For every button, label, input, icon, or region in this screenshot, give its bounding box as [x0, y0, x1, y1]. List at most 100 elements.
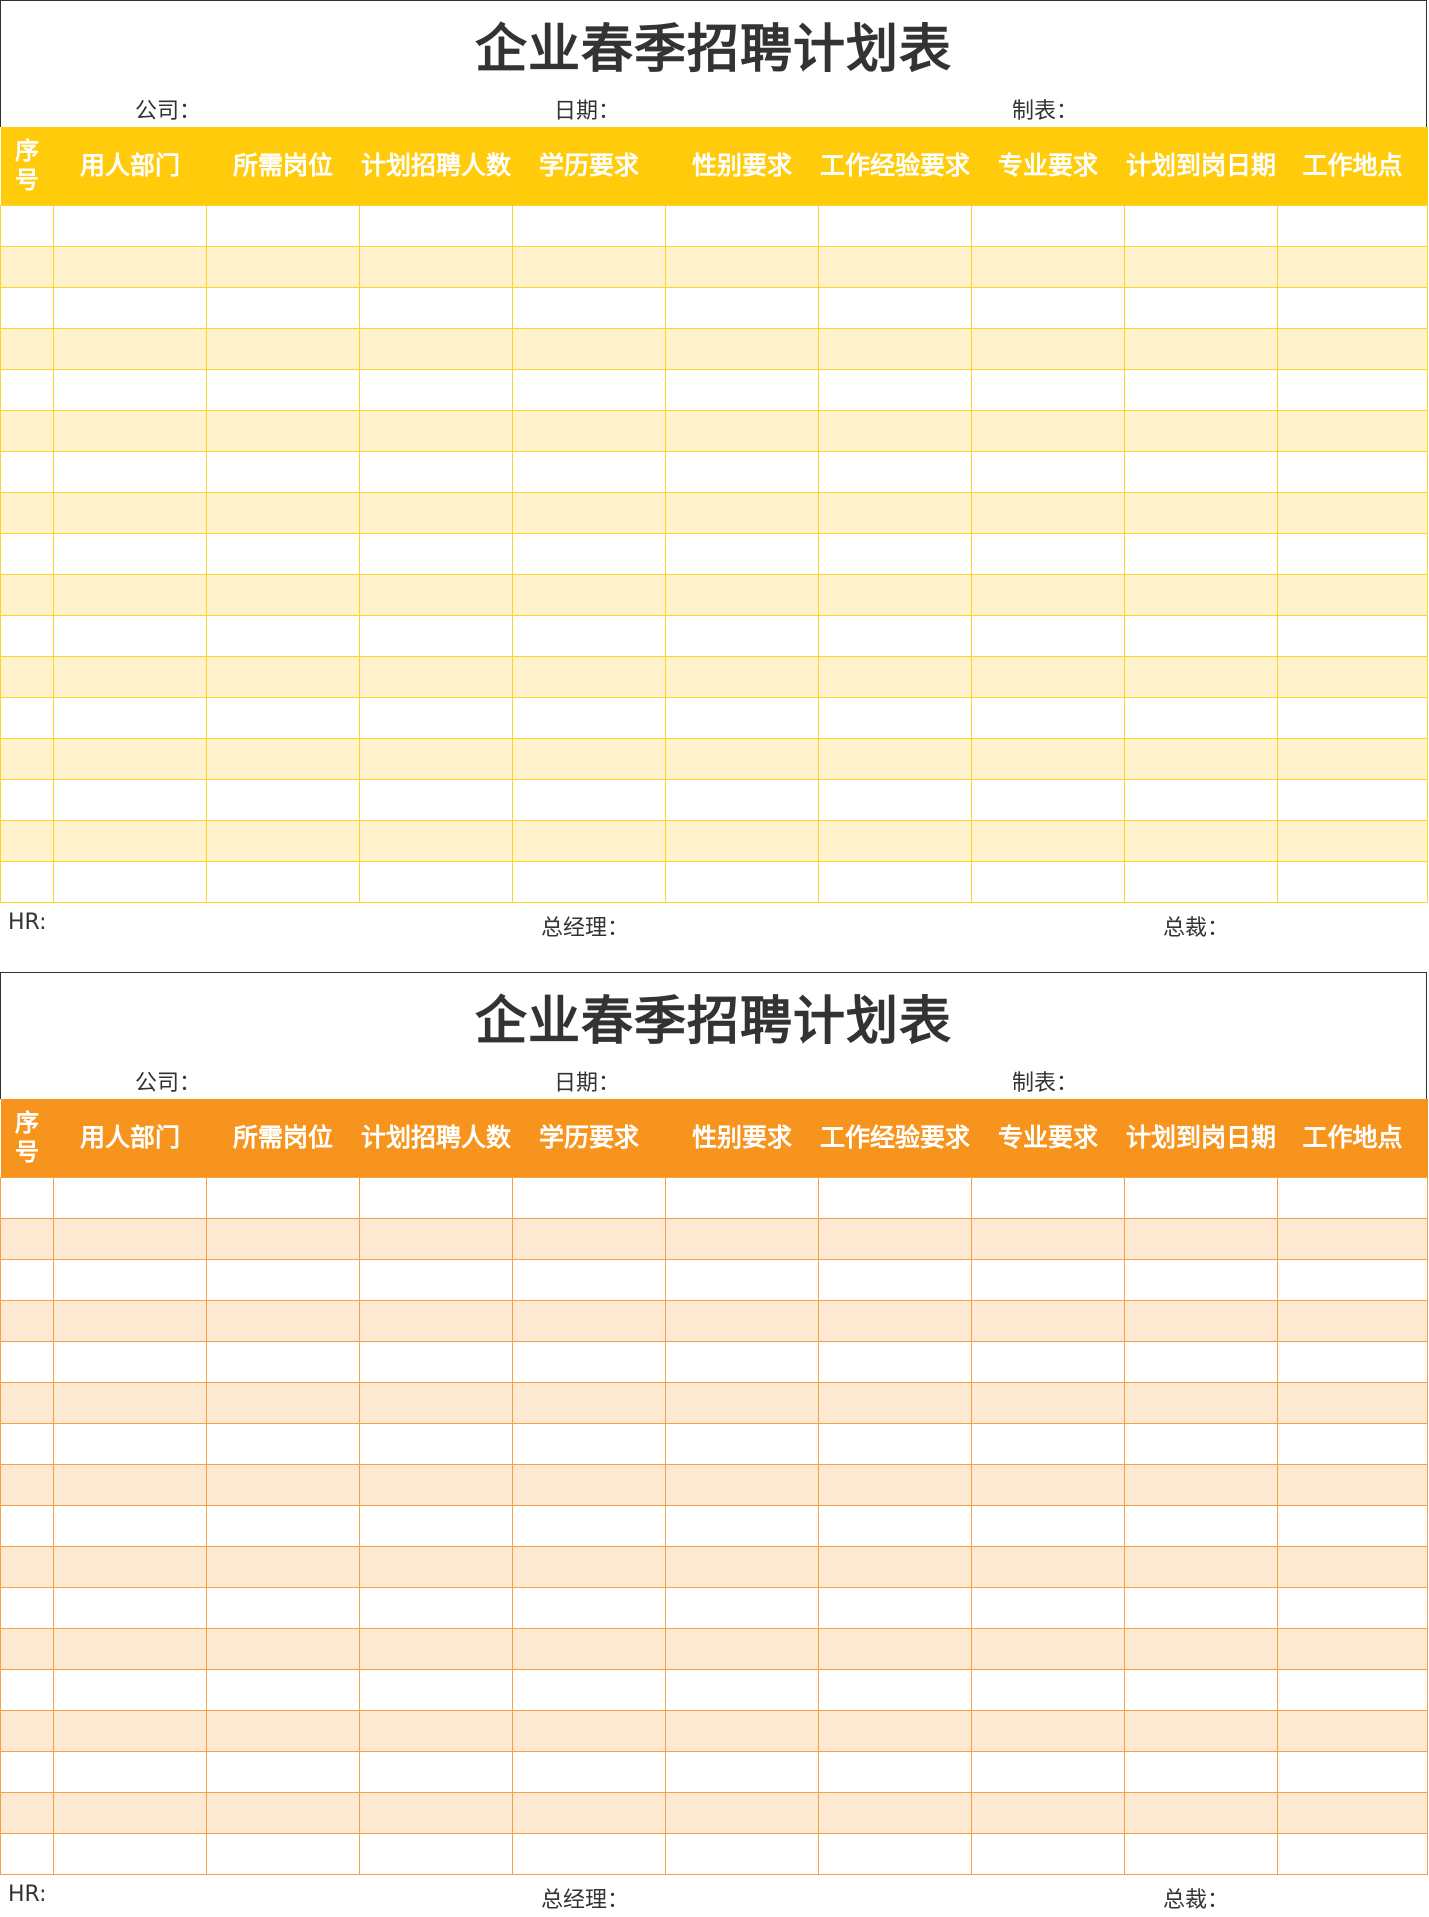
table-cell[interactable] [818, 1833, 972, 1875]
table-cell[interactable] [53, 1423, 207, 1465]
table-cell[interactable] [0, 1464, 54, 1506]
table-cell[interactable] [1124, 1218, 1278, 1260]
table-cell[interactable] [818, 1177, 972, 1219]
table-cell[interactable] [1124, 1300, 1278, 1342]
table-cell[interactable] [971, 615, 1125, 657]
table-cell[interactable] [1124, 1177, 1278, 1219]
table-cell[interactable] [206, 205, 360, 247]
table-cell[interactable] [512, 1505, 666, 1547]
table-cell[interactable] [665, 1423, 819, 1465]
table-cell[interactable] [53, 1546, 207, 1588]
table-cell[interactable] [818, 697, 972, 739]
table-cell[interactable] [818, 1546, 972, 1588]
table-cell[interactable] [665, 369, 819, 411]
table-cell[interactable] [359, 328, 513, 370]
table-cell[interactable] [0, 369, 54, 411]
table-cell[interactable] [1277, 1505, 1428, 1547]
table-cell[interactable] [665, 779, 819, 821]
table-cell[interactable] [53, 369, 207, 411]
table-cell[interactable] [1277, 1341, 1428, 1383]
table-cell[interactable] [53, 574, 207, 616]
table-cell[interactable] [818, 533, 972, 575]
table-cell[interactable] [359, 1259, 513, 1301]
table-cell[interactable] [512, 1218, 666, 1260]
table-cell[interactable] [1277, 1546, 1428, 1588]
table-cell[interactable] [818, 287, 972, 329]
table-cell[interactable] [1277, 1300, 1428, 1342]
table-cell[interactable] [665, 1669, 819, 1711]
table-cell[interactable] [512, 1341, 666, 1383]
table-cell[interactable] [359, 697, 513, 739]
table-cell[interactable] [0, 1341, 54, 1383]
table-cell[interactable] [53, 492, 207, 534]
table-cell[interactable] [359, 615, 513, 657]
table-cell[interactable] [359, 820, 513, 862]
table-cell[interactable] [53, 615, 207, 657]
table-cell[interactable] [512, 1464, 666, 1506]
table-cell[interactable] [665, 738, 819, 780]
table-cell[interactable] [971, 697, 1125, 739]
table-cell[interactable] [665, 451, 819, 493]
table-cell[interactable] [359, 1177, 513, 1219]
table-cell[interactable] [971, 1628, 1125, 1670]
table-cell[interactable] [818, 1710, 972, 1752]
table-cell[interactable] [0, 410, 54, 452]
table-cell[interactable] [1124, 533, 1278, 575]
table-cell[interactable] [1277, 1177, 1428, 1219]
table-cell[interactable] [818, 615, 972, 657]
table-cell[interactable] [971, 820, 1125, 862]
table-cell[interactable] [0, 328, 54, 370]
table-cell[interactable] [665, 410, 819, 452]
table-cell[interactable] [818, 656, 972, 698]
table-cell[interactable] [359, 1341, 513, 1383]
table-cell[interactable] [512, 1546, 666, 1588]
table-cell[interactable] [1124, 779, 1278, 821]
table-cell[interactable] [971, 1505, 1125, 1547]
table-cell[interactable] [665, 1546, 819, 1588]
table-cell[interactable] [53, 451, 207, 493]
table-cell[interactable] [665, 492, 819, 534]
table-cell[interactable] [0, 1218, 54, 1260]
table-cell[interactable] [665, 1218, 819, 1260]
table-cell[interactable] [512, 1177, 666, 1219]
table-cell[interactable] [512, 574, 666, 616]
table-cell[interactable] [206, 1218, 360, 1260]
table-cell[interactable] [0, 656, 54, 698]
table-cell[interactable] [53, 1587, 207, 1629]
table-cell[interactable] [1277, 861, 1428, 903]
table-cell[interactable] [0, 1669, 54, 1711]
table-cell[interactable] [512, 1792, 666, 1834]
table-cell[interactable] [1124, 287, 1278, 329]
table-cell[interactable] [1124, 1423, 1278, 1465]
table-cell[interactable] [512, 656, 666, 698]
table-cell[interactable] [665, 533, 819, 575]
table-cell[interactable] [206, 574, 360, 616]
table-cell[interactable] [53, 1710, 207, 1752]
table-cell[interactable] [359, 1300, 513, 1342]
table-cell[interactable] [0, 1710, 54, 1752]
table-cell[interactable] [1277, 615, 1428, 657]
table-cell[interactable] [359, 1751, 513, 1793]
table-cell[interactable] [665, 1628, 819, 1670]
table-cell[interactable] [818, 1218, 972, 1260]
table-cell[interactable] [1124, 369, 1278, 411]
table-cell[interactable] [53, 779, 207, 821]
table-cell[interactable] [1124, 1833, 1278, 1875]
table-cell[interactable] [0, 861, 54, 903]
table-cell[interactable] [1277, 779, 1428, 821]
table-cell[interactable] [0, 451, 54, 493]
table-cell[interactable] [818, 246, 972, 288]
table-cell[interactable] [53, 1669, 207, 1711]
table-cell[interactable] [0, 205, 54, 247]
table-cell[interactable] [53, 861, 207, 903]
table-cell[interactable] [1124, 1546, 1278, 1588]
table-cell[interactable] [512, 1587, 666, 1629]
table-cell[interactable] [1277, 492, 1428, 534]
table-cell[interactable] [1124, 656, 1278, 698]
table-cell[interactable] [665, 1177, 819, 1219]
table-cell[interactable] [512, 492, 666, 534]
table-cell[interactable] [53, 246, 207, 288]
table-cell[interactable] [53, 1341, 207, 1383]
table-cell[interactable] [206, 1177, 360, 1219]
table-cell[interactable] [206, 697, 360, 739]
